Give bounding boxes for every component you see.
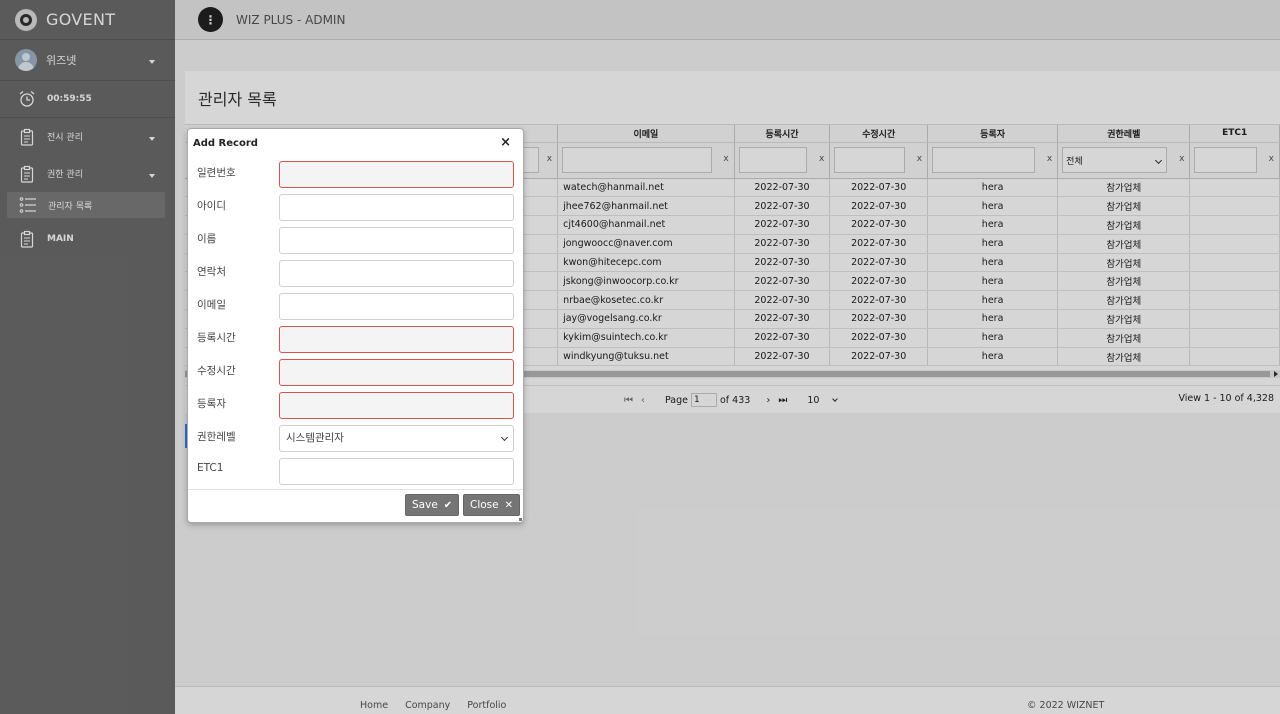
form-input[interactable] <box>279 326 514 353</box>
form-input[interactable] <box>279 458 514 485</box>
close-icon: ✕ <box>504 499 513 511</box>
save-label: Save <box>412 499 438 511</box>
select-value: 시스템관리자 <box>286 432 344 444</box>
divider <box>188 489 523 490</box>
field-label: 이메일 <box>197 299 226 311</box>
field-label: 권한레벨 <box>197 431 236 443</box>
form-row: 이메일 <box>188 293 525 326</box>
field-label: 이름 <box>197 233 217 245</box>
add-record-dialog: Add Record × 일련번호아이디이름연락처이메일등록시간수정시간등록자권… <box>187 128 524 523</box>
resize-handle[interactable] <box>519 518 522 521</box>
form-input[interactable] <box>279 293 514 320</box>
form-row: 아이디 <box>188 194 525 227</box>
form-input[interactable] <box>279 161 514 188</box>
field-label: 일련번호 <box>197 167 236 179</box>
field-label: ETC1 <box>197 462 224 474</box>
close-icon[interactable]: × <box>500 135 511 150</box>
field-label: 수정시간 <box>197 365 236 377</box>
field-label: 아이디 <box>197 200 226 212</box>
chevron-down-icon <box>500 433 509 442</box>
check-icon: ✔ <box>443 499 453 511</box>
dialog-title: Add Record <box>193 138 258 149</box>
form-row: 연락처 <box>188 260 525 293</box>
form-row: 수정시간 <box>188 359 525 392</box>
field-label: 등록시간 <box>197 332 236 344</box>
permission-level-select[interactable]: 시스템관리자 <box>279 425 514 452</box>
form-row: 등록자 <box>188 392 525 425</box>
form-row: ETC1 <box>188 458 525 491</box>
form-row: 일련번호 <box>188 161 525 194</box>
form-input[interactable] <box>279 227 514 254</box>
form-input[interactable] <box>279 359 514 386</box>
save-button[interactable]: Save ✔ <box>405 494 460 516</box>
form-input[interactable] <box>279 260 514 287</box>
close-button[interactable]: Close ✕ <box>463 494 520 516</box>
form-row: 등록시간 <box>188 326 525 359</box>
field-label: 등록자 <box>197 398 226 410</box>
field-label: 연락처 <box>197 266 226 278</box>
form-row: 권한레벨 시스템관리자 <box>188 425 525 458</box>
form-row: 이름 <box>188 227 525 260</box>
form-input[interactable] <box>279 194 514 221</box>
form-input[interactable] <box>279 392 514 419</box>
close-label: Close <box>470 499 499 511</box>
